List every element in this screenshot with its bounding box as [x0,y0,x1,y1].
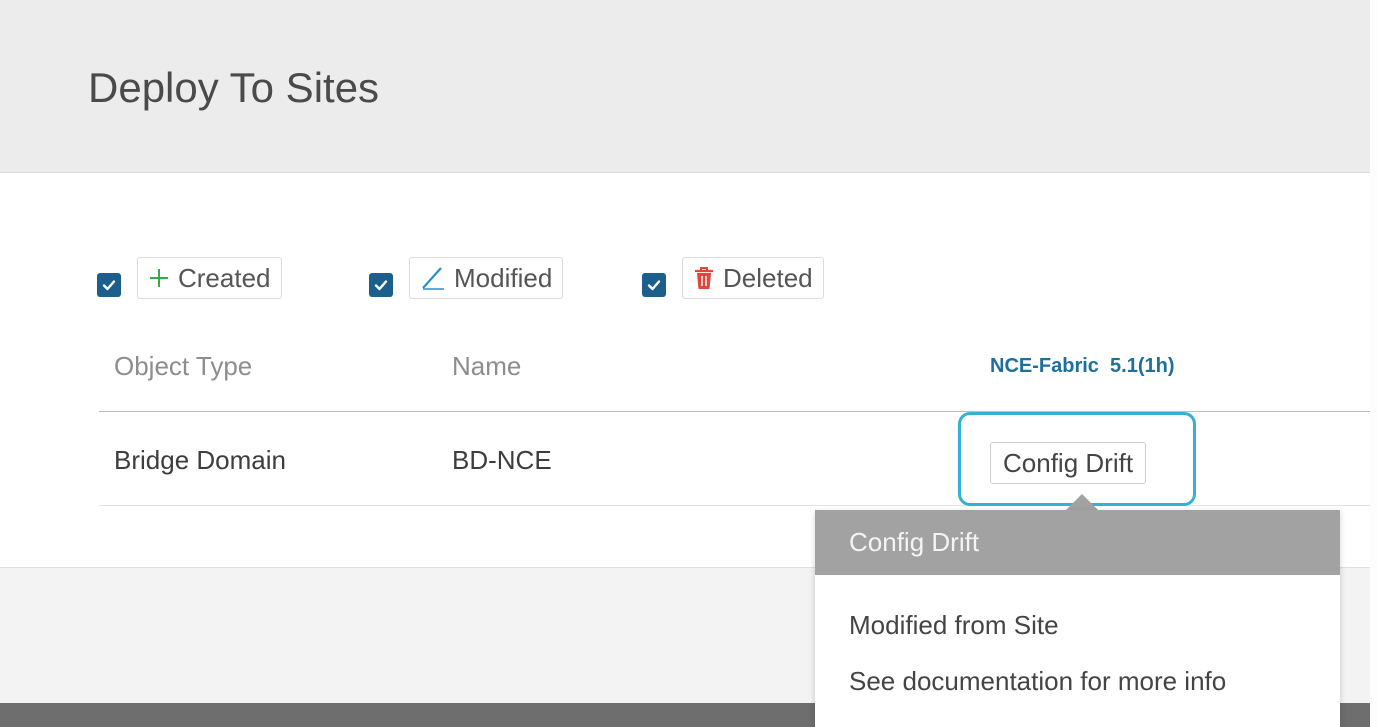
created-label: Created [178,262,271,293]
modified-filter-button[interactable]: Modified [409,257,564,299]
created-checkbox[interactable] [97,273,121,297]
popover-arrow [1066,494,1098,510]
check-icon [647,280,661,291]
created-filter-button[interactable]: Created [137,257,282,299]
deleted-label: Deleted [723,262,813,293]
trash-icon [693,266,715,290]
deleted-filter-button[interactable]: Deleted [682,257,824,299]
column-header-name: Name [452,351,522,381]
site-column-header: NCE-Fabric 5.1(1h) [990,355,1175,377]
check-icon [102,280,116,291]
popover-line-docs: See documentation for more info [849,666,1227,696]
page-title: Deploy To Sites [88,64,380,111]
deleted-checkbox[interactable] [642,273,666,297]
row-name: BD-NCE [452,445,552,475]
row-object-type: Bridge Domain [114,445,286,475]
right-edge [1370,0,1378,727]
modified-checkbox[interactable] [369,273,393,297]
filter-modified: Modified [369,257,564,299]
check-icon [374,280,388,291]
config-drift-button[interactable]: Config Drift [990,442,1147,484]
config-drift-popover: Config Drift Modified from Site See docu… [815,510,1340,727]
popover-title: Config Drift [815,510,1340,575]
page-header: Deploy To Sites [0,0,1370,173]
pencil-icon [420,265,446,291]
plus-icon [148,267,170,289]
popover-line-modified: Modified from Site [849,610,1059,640]
filter-created: Created [97,257,282,299]
modified-label: Modified [454,262,553,293]
column-header-object-type: Object Type [114,351,253,381]
filter-deleted: Deleted [642,257,824,299]
